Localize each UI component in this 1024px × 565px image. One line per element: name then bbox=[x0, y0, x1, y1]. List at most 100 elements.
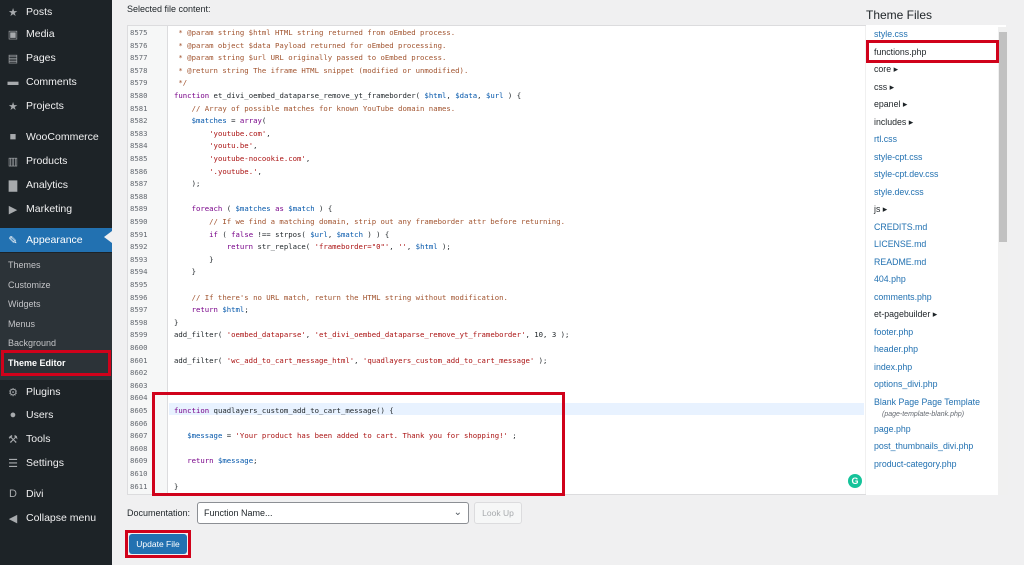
submenu-item-background[interactable]: Background bbox=[8, 338, 56, 348]
theme-folder-item[interactable]: js ▸ bbox=[874, 204, 887, 215]
file-name: header.php bbox=[874, 344, 919, 354]
sidebar-item-label: WooCommerce bbox=[26, 131, 99, 143]
theme-folder-item[interactable]: epanel ▸ bbox=[874, 99, 907, 110]
theme-file-item[interactable]: style-cpt.css bbox=[874, 152, 922, 162]
pages-icon: ▤ bbox=[7, 52, 19, 65]
theme-file-item: (page-template-blank.php) bbox=[882, 411, 964, 418]
pin-icon: ★ bbox=[8, 100, 18, 113]
file-scroll-thumb[interactable] bbox=[999, 32, 1007, 242]
functions-php-highlight bbox=[866, 40, 999, 63]
theme-file-item[interactable]: style-cpt.dev.css bbox=[874, 169, 938, 179]
theme-file-list: style.css functions.php core ▸ css ▸ epanel … bbox=[866, 25, 1006, 495]
caret-right-icon: ▸ bbox=[887, 81, 895, 92]
sidebar-item-marketing[interactable]: ▶ Marketing bbox=[0, 197, 112, 221]
caret-right-icon: ▸ bbox=[891, 64, 898, 74]
chevron-down-icon: ⌄ bbox=[453, 507, 462, 518]
line-number: 8586 bbox=[130, 166, 148, 176]
sidebar-item-media[interactable]: ▣ Media bbox=[0, 22, 112, 46]
sidebar-item-users[interactable]: ● Users bbox=[0, 403, 112, 427]
pin-icon: ★ bbox=[8, 6, 18, 19]
theme-file-item[interactable]: index.php bbox=[874, 362, 912, 372]
submenu-item-customize[interactable]: Customize bbox=[8, 280, 51, 290]
sidebar-item-label: Media bbox=[26, 28, 55, 40]
sidebar-item-label: Tools bbox=[26, 433, 51, 445]
line-number: 8597 bbox=[130, 305, 148, 315]
divi-icon: D bbox=[9, 488, 17, 500]
code-line: '.youtube.', bbox=[209, 166, 262, 176]
theme-file-item[interactable]: options_divi.php bbox=[874, 379, 938, 389]
code-line: } bbox=[174, 267, 196, 277]
sidebar-item-tools[interactable]: ⚒ Tools bbox=[0, 427, 112, 451]
admin-sidebar: ★ Posts ▣ Media ▤ Pages ▬ Comments ★ Projects ■ Woo… bbox=[0, 0, 112, 565]
file-name: epanel bbox=[874, 99, 901, 109]
code-line: // If we find a matching domain, strip o… bbox=[174, 217, 565, 226]
submenu-item-widgets[interactable]: Widgets bbox=[8, 299, 41, 309]
look-up-button[interactable]: Look Up bbox=[474, 502, 522, 524]
theme-file-item[interactable]: CREDITS.md bbox=[874, 222, 927, 232]
line-number: 8588 bbox=[130, 191, 148, 201]
sidebar-item-plugins[interactable]: ⚙ Plugins bbox=[0, 380, 112, 404]
line-number: 8582 bbox=[130, 116, 148, 126]
theme-file-item[interactable]: LICENSE.md bbox=[874, 239, 926, 249]
theme-file-item[interactable]: comments.php bbox=[874, 292, 932, 302]
theme-folder-item[interactable]: includes ▸ bbox=[874, 117, 913, 128]
theme-file-item[interactable]: product-category.php bbox=[874, 459, 956, 469]
line-number: 8591 bbox=[130, 229, 148, 239]
megaphone-icon: ▶ bbox=[8, 203, 18, 216]
caret-right-icon: ▸ bbox=[880, 204, 888, 214]
file-list-scrollbar[interactable] bbox=[998, 27, 1008, 495]
line-number: 8598 bbox=[130, 317, 148, 327]
grammarly-icon[interactable]: G bbox=[848, 474, 862, 488]
theme-folder-item[interactable]: et-pagebuilder ▸ bbox=[874, 309, 937, 320]
sidebar-item-divi[interactable]: D Divi bbox=[0, 482, 112, 506]
sidebar-item-label: Analytics bbox=[26, 179, 69, 191]
theme-folder-item[interactable]: css ▸ bbox=[874, 82, 894, 93]
theme-file-item[interactable]: 404.php bbox=[874, 274, 906, 284]
function-name-select[interactable]: Function Name... ⌄ bbox=[197, 502, 469, 524]
code-line: $matches = array( bbox=[191, 116, 267, 126]
sidebar-item-label: Marketing bbox=[26, 203, 73, 215]
code-line: * @param object $data Payload returned f… bbox=[174, 40, 447, 50]
sidebar-item-products[interactable]: ▥ Products bbox=[0, 149, 112, 173]
file-name: comments.php bbox=[874, 291, 932, 302]
sidebar-item-analytics[interactable]: ▇ Analytics bbox=[0, 173, 112, 197]
theme-file-item[interactable]: style.dev.css bbox=[874, 187, 924, 197]
sidebar-item-appearance[interactable]: ✎ Appearance bbox=[0, 228, 112, 252]
theme-file-item[interactable]: header.php bbox=[874, 344, 918, 354]
sidebar-item-posts[interactable]: ★ Posts bbox=[0, 0, 112, 24]
theme-folder-item[interactable]: core ▸ bbox=[874, 64, 898, 75]
sidebar-item-pages[interactable]: ▤ Pages bbox=[0, 46, 112, 70]
theme-file-item[interactable]: rtl.css bbox=[874, 134, 897, 144]
theme-files-title: Theme Files bbox=[866, 8, 933, 22]
brush-icon: ✎ bbox=[8, 234, 18, 247]
theme-file-item[interactable]: Blank Page Page Template bbox=[874, 397, 980, 407]
theme-file-item[interactable]: footer.php bbox=[874, 327, 913, 337]
media-icon: ▣ bbox=[7, 28, 19, 41]
submenu-item-themes[interactable]: Themes bbox=[8, 260, 41, 270]
file-name: LICENSE.md bbox=[874, 239, 927, 249]
line-number: 8578 bbox=[130, 65, 148, 75]
sidebar-item-woocommerce[interactable]: ■ WooCommerce bbox=[0, 125, 112, 149]
file-name: README.md bbox=[874, 256, 927, 267]
submenu-item-menus[interactable]: Menus bbox=[8, 319, 35, 329]
code-line: foreach ( $matches as $match ) { bbox=[191, 204, 333, 214]
sidebar-item-comments[interactable]: ▬ Comments bbox=[0, 70, 112, 94]
sidebar-item-collapse-menu[interactable]: ◀ Collapse menu bbox=[0, 506, 112, 530]
file-name: et-pagebuilder bbox=[874, 309, 931, 319]
line-number: 8603 bbox=[130, 380, 148, 390]
theme-file-item[interactable]: page.php bbox=[874, 424, 911, 434]
sidebar-item-label: Users bbox=[26, 409, 54, 421]
theme-file-item[interactable]: post_thumbnails_divi.php bbox=[874, 441, 973, 451]
sidebar-item-settings[interactable]: ☰ Settings bbox=[0, 451, 112, 475]
caret-right-icon: ▸ bbox=[906, 116, 914, 127]
sidebar-item-label: Divi bbox=[26, 488, 44, 500]
code-line: 'youtube-nocookie.com', bbox=[209, 154, 311, 163]
file-name: core bbox=[874, 64, 892, 74]
code-line: 'youtu.be', bbox=[209, 141, 258, 151]
code-line: add_filter( 'oembed_dataparse', 'et_divi… bbox=[174, 330, 570, 340]
theme-file-item[interactable]: style.css bbox=[874, 29, 908, 39]
theme-file-item[interactable]: README.md bbox=[874, 257, 926, 267]
sidebar-item-projects[interactable]: ★ Projects bbox=[0, 94, 112, 118]
code-line: // If there's no URL match, return the H… bbox=[174, 292, 508, 302]
line-number: 8581 bbox=[130, 103, 148, 113]
